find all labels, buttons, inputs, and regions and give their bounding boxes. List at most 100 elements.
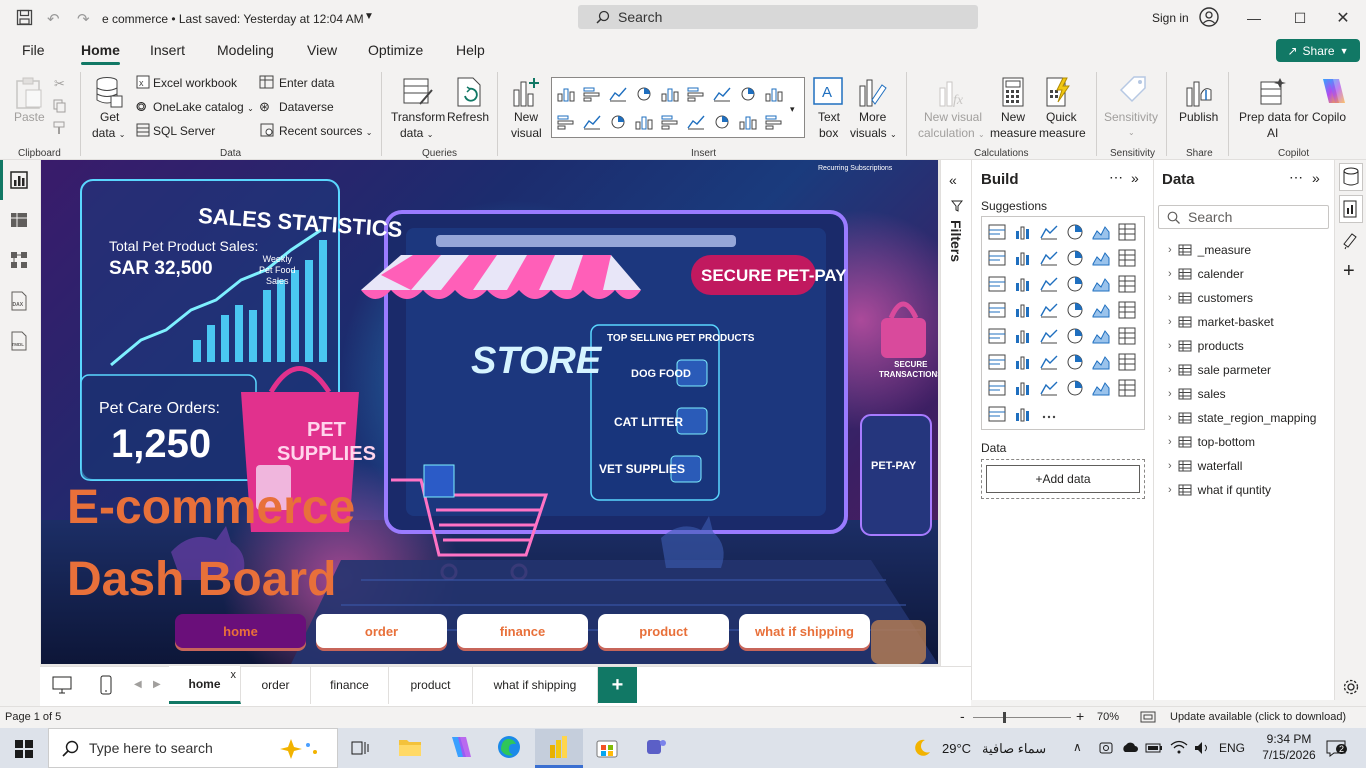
edge-browser-icon[interactable] xyxy=(497,735,521,759)
visualization-type-icon[interactable] xyxy=(1118,275,1136,293)
text-box-label-2[interactable]: box xyxy=(819,126,838,140)
mobile-layout-icon[interactable] xyxy=(100,675,112,695)
nav-button-finance[interactable]: finance xyxy=(457,614,588,648)
visualization-type-icon[interactable] xyxy=(988,301,1006,319)
onelake-catalog-button[interactable]: OneLake catalog ⌄ xyxy=(153,100,254,114)
data-table-item[interactable]: › _measure xyxy=(1168,243,1251,257)
taskbar-search-input[interactable]: Type here to search xyxy=(48,728,338,768)
visualization-type-icon[interactable] xyxy=(988,353,1006,371)
data-table-item[interactable]: › sale parmeter xyxy=(1168,363,1271,377)
get-data-label-2[interactable]: data ⌄ xyxy=(92,126,125,140)
new-visual-label-2[interactable]: visual xyxy=(511,126,542,140)
page-tab-home[interactable]: home x xyxy=(169,666,241,704)
data-table-item[interactable]: › market-basket xyxy=(1168,315,1274,329)
text-box-label[interactable]: Text xyxy=(818,110,840,124)
nav-button-home[interactable]: home xyxy=(175,614,306,648)
collapse-filters-icon[interactable]: « xyxy=(949,172,957,188)
visual-type-icon[interactable] xyxy=(557,114,575,130)
recent-sources-button[interactable]: Recent sources ⌄ xyxy=(279,124,372,138)
visualization-type-icon[interactable] xyxy=(1014,223,1032,241)
copilot-label[interactable]: Copilo xyxy=(1312,110,1346,124)
global-search-input[interactable]: Search xyxy=(578,5,978,29)
weather-description[interactable]: سماء صافية xyxy=(982,741,1046,757)
desktop-layout-icon[interactable] xyxy=(52,676,72,694)
visualization-type-icon[interactable] xyxy=(1118,249,1136,267)
visual-type-icon[interactable] xyxy=(713,86,731,102)
volume-tray-icon[interactable] xyxy=(1193,740,1211,756)
update-available-link[interactable]: Update available (click to download) xyxy=(1170,711,1346,723)
visualization-type-icon[interactable] xyxy=(988,223,1006,241)
visualization-type-icon[interactable] xyxy=(1092,301,1110,319)
visualization-type-icon[interactable] xyxy=(1066,249,1084,267)
dataverse-button[interactable]: Dataverse xyxy=(279,100,334,114)
table-view-icon[interactable] xyxy=(10,211,30,231)
visualization-type-icon[interactable] xyxy=(1118,223,1136,241)
visualization-type-icon[interactable] xyxy=(1066,327,1084,345)
scroll-tabs-left-icon[interactable]: ◀ xyxy=(134,679,142,690)
new-visual-calculation-label[interactable]: New visual xyxy=(924,110,982,124)
sensitivity-icon[interactable] xyxy=(1118,74,1148,106)
visualization-type-icon[interactable] xyxy=(1092,353,1110,371)
visualization-type-icon[interactable] xyxy=(1118,379,1136,397)
share-button[interactable]: ↗ Share ▼ xyxy=(1276,39,1360,62)
sign-in-link[interactable]: Sign in xyxy=(1152,11,1189,25)
more-visuals-ellipsis-icon[interactable] xyxy=(1040,405,1058,423)
microsoft-store-icon[interactable] xyxy=(595,735,619,759)
visualization-type-icon[interactable] xyxy=(1092,327,1110,345)
settings-gear-icon[interactable] xyxy=(1342,678,1360,696)
visual-type-icon[interactable] xyxy=(765,114,783,130)
visual-type-icon[interactable] xyxy=(661,86,679,102)
quick-measure-label[interactable]: Quick xyxy=(1046,110,1077,124)
chevron-right-icon[interactable]: › xyxy=(1168,292,1172,304)
paste-label[interactable]: Paste xyxy=(14,110,45,124)
file-explorer-icon[interactable] xyxy=(398,736,422,758)
data-table-item[interactable]: › state_region_mapping xyxy=(1168,411,1316,425)
page-tab-product[interactable]: product xyxy=(389,666,473,704)
tab-insert[interactable]: Insert xyxy=(150,42,185,58)
title-chevron-down-icon[interactable]: ▼ xyxy=(364,11,374,22)
visualization-type-icon[interactable] xyxy=(1092,379,1110,397)
visualization-type-icon[interactable] xyxy=(1040,301,1058,319)
visual-type-icon[interactable] xyxy=(739,114,757,130)
refresh-icon[interactable] xyxy=(455,76,485,108)
visual-type-icon[interactable] xyxy=(609,114,627,130)
chevron-right-icon[interactable]: › xyxy=(1168,484,1172,496)
chevron-right-icon[interactable]: › xyxy=(1168,268,1172,280)
visualization-type-icon[interactable] xyxy=(1066,223,1084,241)
visualization-type-icon[interactable] xyxy=(1014,379,1032,397)
visualization-type-icon[interactable] xyxy=(1040,249,1058,267)
excel-workbook-button[interactable]: Excel workbook xyxy=(153,76,237,90)
visualization-type-icon[interactable] xyxy=(1040,353,1058,371)
zoom-out-button[interactable]: - xyxy=(960,708,965,724)
visualization-type-icon[interactable] xyxy=(1014,327,1032,345)
save-icon[interactable] xyxy=(16,9,33,26)
data-table-item[interactable]: › sales xyxy=(1168,387,1226,401)
tab-optimize[interactable]: Optimize xyxy=(368,42,423,58)
scroll-tabs-right-icon[interactable]: ▶ xyxy=(153,679,161,690)
close-tab-icon[interactable]: x xyxy=(231,669,237,681)
nav-button-product[interactable]: product xyxy=(598,614,729,648)
refresh-button[interactable]: Refresh xyxy=(447,110,489,124)
data-table-item[interactable]: › what if quntity xyxy=(1168,483,1271,497)
report-page[interactable]: SALES STATISTICS Total Pet Product Sales… xyxy=(41,160,938,664)
chevron-right-icon[interactable]: › xyxy=(1168,412,1172,424)
visualization-type-icon[interactable] xyxy=(1066,379,1084,397)
chevron-right-icon[interactable]: › xyxy=(1168,364,1172,376)
visual-type-icon[interactable] xyxy=(687,86,705,102)
tab-modeling[interactable]: Modeling xyxy=(217,42,274,58)
undo-icon[interactable]: ↶ xyxy=(47,10,60,28)
copilot-app-icon[interactable] xyxy=(447,735,471,759)
account-avatar-icon[interactable] xyxy=(1199,7,1219,27)
nav-button-what-if-shipping[interactable]: what if shipping xyxy=(739,614,870,648)
nav-button-order[interactable]: order xyxy=(316,614,447,648)
data-table-item[interactable]: › waterfall xyxy=(1168,459,1242,473)
add-pane-icon[interactable]: + xyxy=(1343,260,1355,283)
add-page-button[interactable]: + xyxy=(598,667,637,703)
format-painter-pane-icon[interactable] xyxy=(1342,232,1360,250)
new-visual-calculation-icon[interactable]: fx xyxy=(938,76,968,108)
new-measure-icon[interactable] xyxy=(1001,76,1025,108)
minimize-button[interactable]: — xyxy=(1231,0,1277,36)
visualization-type-icon[interactable] xyxy=(1118,327,1136,345)
weather-temperature[interactable]: 29°C xyxy=(942,741,971,756)
visualization-type-icon[interactable] xyxy=(1092,275,1110,293)
